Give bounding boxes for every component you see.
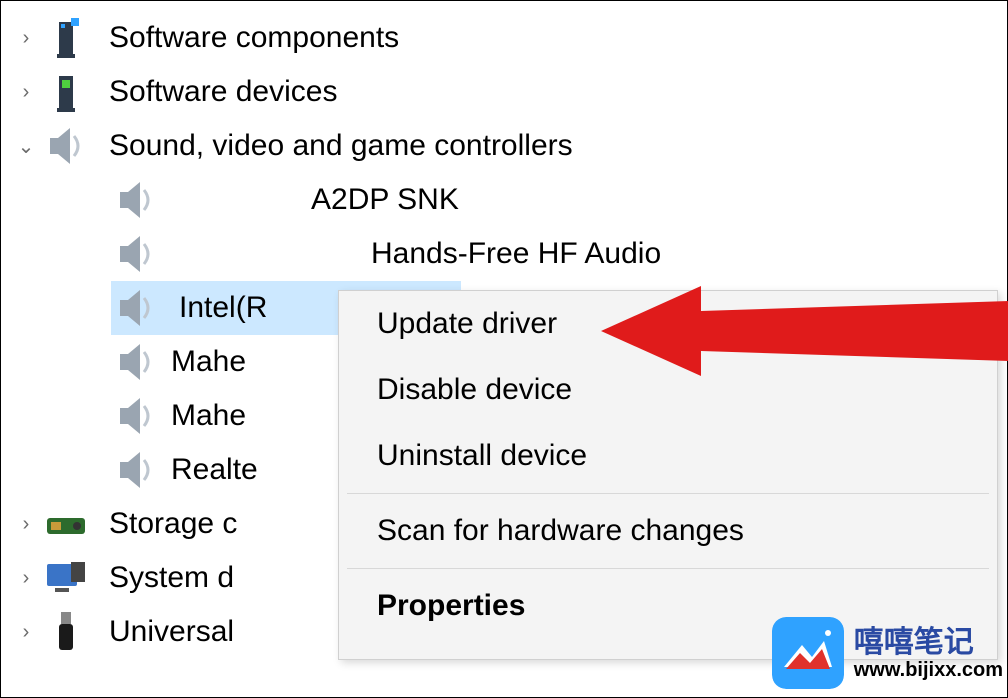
expand-icon[interactable]: › — [11, 513, 41, 536]
tree-row-sound-controllers[interactable]: ⌄ Sound, video and game controllers — [1, 119, 1007, 173]
menu-scan-hardware[interactable]: Scan for hardware changes — [339, 498, 997, 564]
tree-row-software-components[interactable]: › Software components — [1, 11, 1007, 65]
menu-update-driver[interactable]: Update driver — [339, 291, 997, 357]
tree-item-label: Universal — [91, 615, 234, 649]
tree-row-a2dp[interactable]: A2DP SNK — [1, 173, 1007, 227]
watermark-name: 嘻嘻笔记 — [854, 626, 1003, 659]
tree-item-label: Mahe — [161, 399, 246, 433]
tree-item-label: Realte — [161, 453, 258, 487]
speaker-icon — [111, 342, 161, 382]
collapse-icon[interactable]: ⌄ — [11, 134, 41, 159]
expand-icon[interactable]: › — [11, 621, 41, 644]
tree-item-label: System d — [91, 561, 234, 595]
redacted-text — [161, 235, 361, 273]
tree-item-label: Storage c — [91, 507, 237, 541]
speaker-icon — [41, 126, 91, 166]
menu-separator — [347, 493, 989, 494]
tree-item-label: Mahe — [161, 345, 246, 379]
tree-row-handsfree[interactable]: Hands-Free HF Audio — [1, 227, 1007, 281]
tree-item-label: Hands-Free HF Audio — [361, 237, 661, 271]
watermark-logo-icon — [772, 617, 844, 689]
tree-item-label: Software components — [91, 21, 399, 55]
expand-icon[interactable]: › — [11, 567, 41, 590]
speaker-icon — [111, 180, 161, 220]
expand-icon[interactable]: › — [11, 81, 41, 104]
tree-item-label: Software devices — [91, 75, 337, 109]
system-devices-icon — [41, 560, 91, 596]
usb-icon — [41, 610, 91, 654]
tree-item-label: A2DP SNK — [301, 183, 459, 217]
speaker-icon — [111, 234, 161, 274]
software-devices-icon — [41, 70, 91, 114]
software-components-icon — [41, 16, 91, 60]
menu-uninstall-device[interactable]: Uninstall device — [339, 423, 997, 489]
menu-separator — [347, 568, 989, 569]
watermark: 嘻嘻笔记 www.bijixx.com — [772, 617, 1003, 689]
speaker-icon — [111, 288, 161, 328]
storage-icon — [41, 508, 91, 540]
tree-item-label: Intel(R — [161, 291, 267, 325]
speaker-icon — [111, 450, 161, 490]
context-menu: Update driver Disable device Uninstall d… — [338, 290, 998, 660]
tree-item-label: Sound, video and game controllers — [91, 129, 573, 163]
tree-row-software-devices[interactable]: › Software devices — [1, 65, 1007, 119]
menu-disable-device[interactable]: Disable device — [339, 357, 997, 423]
speaker-icon — [111, 396, 161, 436]
redacted-text — [161, 181, 301, 219]
expand-icon[interactable]: › — [11, 27, 41, 50]
watermark-url: www.bijixx.com — [854, 659, 1003, 681]
